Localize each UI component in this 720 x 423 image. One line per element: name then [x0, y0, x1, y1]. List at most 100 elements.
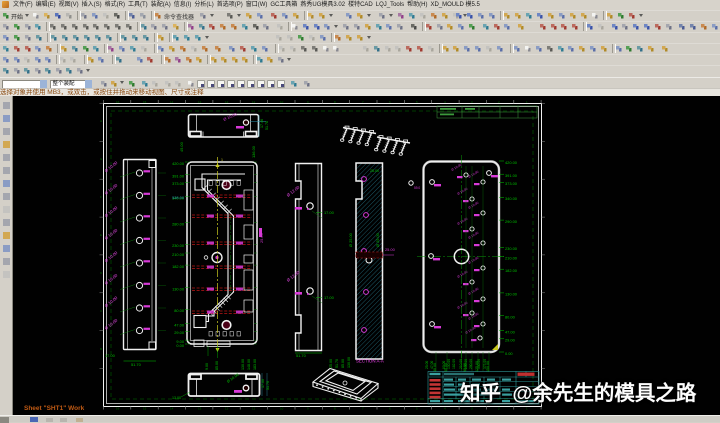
svg-text:17.00: 17.00 [261, 379, 265, 388]
svg-text:12: 12 [225, 100, 229, 104]
svg-text:0.00: 0.00 [176, 343, 184, 348]
svg-text:59.0: 59.0 [414, 186, 420, 190]
svg-text:373.00: 373.00 [172, 181, 185, 186]
svg-text:148.00: 148.00 [247, 359, 251, 370]
svg-text:0.00: 0.00 [505, 351, 513, 356]
svg-text:29.00: 29.00 [505, 338, 516, 343]
svg-text:12: 12 [225, 406, 229, 410]
svg-text:Sheet "SHT1" Work: Sheet "SHT1" Work [24, 405, 85, 412]
svg-text:51.78: 51.78 [265, 121, 269, 130]
svg-text:51.70: 51.70 [296, 353, 307, 358]
svg-text:25.00: 25.00 [385, 247, 396, 252]
svg-text:SECTION A-A: SECTION A-A [356, 359, 384, 364]
svg-text:51.70: 51.70 [266, 381, 270, 390]
svg-text:25.00: 25.00 [425, 361, 429, 369]
svg-text:210.00: 210.00 [459, 359, 463, 369]
svg-text:9.00: 9.00 [205, 363, 209, 370]
svg-text:15: 15 [143, 100, 147, 104]
svg-text:340.00: 340.00 [477, 359, 481, 369]
svg-text:14: 14 [170, 100, 174, 104]
svg-text:130.00: 130.00 [447, 359, 451, 369]
svg-text:17.46: 17.46 [260, 119, 264, 128]
svg-text:182.00: 182.00 [172, 264, 185, 269]
svg-text:230.00: 230.00 [464, 359, 468, 369]
svg-text:10: 10 [280, 100, 284, 104]
svg-text:230.00: 230.00 [172, 243, 185, 248]
svg-text:G: G [100, 157, 103, 161]
svg-text:F: F [100, 195, 102, 199]
svg-text:85.00: 85.00 [215, 361, 219, 370]
svg-text:340.00: 340.00 [505, 196, 518, 201]
svg-text:H: H [100, 119, 102, 123]
svg-text:528.00: 528.00 [172, 195, 185, 200]
svg-text:Ø 10.00: Ø 10.00 [468, 170, 480, 179]
svg-text:Ø 10.00: Ø 10.00 [457, 187, 469, 196]
svg-text:Ø 25.00: Ø 25.00 [348, 232, 353, 247]
svg-text:E: E [100, 233, 102, 237]
svg-text:183.00: 183.00 [253, 359, 257, 370]
svg-text:230.00: 230.00 [505, 246, 518, 251]
svg-text:391.00: 391.00 [172, 173, 185, 178]
svg-text:10: 10 [280, 406, 284, 410]
svg-text:D: D [100, 271, 103, 275]
svg-text:1: 1 [221, 158, 223, 162]
svg-text:130.00: 130.00 [505, 292, 518, 297]
svg-text:210.00: 210.00 [172, 252, 185, 257]
svg-text:80.00: 80.00 [174, 308, 185, 313]
svg-text:25.00: 25.00 [370, 169, 379, 173]
svg-text:391.00: 391.00 [505, 173, 518, 178]
svg-text:290.00: 290.00 [469, 359, 473, 369]
svg-text:Ø 10.00: Ø 10.00 [222, 111, 238, 122]
svg-text:Ø 12.00: Ø 12.00 [286, 269, 301, 283]
svg-text:45.00: 45.00 [179, 141, 184, 152]
svg-text:290.00: 290.00 [505, 219, 518, 224]
svg-text:Ø 10.00: Ø 10.00 [468, 287, 480, 296]
svg-text:29.00: 29.00 [174, 330, 185, 335]
svg-text:182.00: 182.00 [505, 268, 518, 273]
svg-text:C: C [100, 309, 103, 313]
svg-text:420.00: 420.00 [505, 160, 518, 165]
svg-text:Ø 10.00: Ø 10.00 [465, 326, 477, 335]
svg-text:13: 13 [198, 406, 202, 410]
svg-text:25.00: 25.00 [329, 359, 333, 368]
svg-text:13: 13 [198, 100, 202, 104]
svg-text:136.00: 136.00 [251, 145, 256, 158]
svg-text:Ø 10.00: Ø 10.00 [451, 163, 463, 172]
svg-text:17.00: 17.00 [324, 210, 335, 215]
svg-text:Ø 10.00: Ø 10.00 [468, 312, 480, 321]
svg-text:80.00: 80.00 [505, 314, 516, 319]
svg-text:11: 11 [252, 100, 255, 104]
svg-text:B: B [100, 347, 102, 351]
svg-text:17.00: 17.00 [105, 353, 116, 358]
svg-text:Ø 10.00: Ø 10.00 [468, 201, 480, 210]
svg-text:80.00: 80.00 [442, 361, 446, 369]
svg-text:420.00: 420.00 [172, 161, 185, 166]
svg-text:182.00: 182.00 [452, 359, 456, 369]
svg-text:Ø 10.00: Ø 10.00 [457, 217, 469, 226]
svg-text:85.00: 85.00 [341, 359, 345, 368]
svg-text:130.00: 130.00 [347, 357, 351, 368]
svg-text:Ø 10.00: Ø 10.00 [468, 231, 480, 240]
svg-text:373.00: 373.00 [483, 359, 487, 369]
svg-text:16: 16 [116, 100, 120, 104]
svg-text:Ø 10.00: Ø 10.00 [226, 373, 239, 384]
svg-text:16: 16 [116, 406, 120, 410]
svg-text:Ø 12.00: Ø 12.00 [286, 184, 301, 198]
svg-text:130.00: 130.00 [172, 287, 185, 292]
svg-text:280.00: 280.00 [172, 222, 185, 227]
svg-text:47.00: 47.00 [430, 361, 434, 369]
svg-text:373.00: 373.00 [505, 181, 518, 186]
svg-text:13.00: 13.00 [172, 396, 181, 400]
svg-text:Ø 16.00: Ø 16.00 [104, 227, 119, 241]
svg-text:47.00: 47.00 [174, 322, 185, 327]
svg-text:15: 15 [143, 406, 147, 410]
svg-text:130.00: 130.00 [241, 359, 245, 370]
svg-text:14: 14 [170, 406, 174, 410]
svg-text:51.70: 51.70 [131, 362, 142, 367]
svg-text:Ø 25.00: Ø 25.00 [375, 232, 380, 247]
svg-text:47.00: 47.00 [505, 329, 516, 334]
svg-text:Ø 10.00: Ø 10.00 [457, 301, 469, 310]
svg-text:Ø 10.00: Ø 10.00 [457, 270, 469, 279]
svg-text:11: 11 [252, 406, 255, 410]
svg-text:210.00: 210.00 [505, 255, 518, 260]
